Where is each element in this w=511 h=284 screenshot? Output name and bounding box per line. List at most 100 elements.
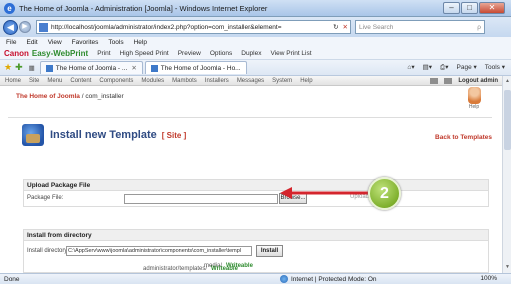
install-directory-section: Install from directory Install directory… — [23, 229, 489, 273]
favorites-star-icon[interactable]: ★ — [4, 62, 12, 73]
menu-favorites[interactable]: Favorites — [72, 39, 99, 46]
install-directory-input[interactable]: C:\AppServ\www\joomla\administrator\comp… — [66, 246, 252, 256]
feeds-icon[interactable]: ▤▾ — [423, 63, 432, 72]
zoom-level[interactable]: 100% — [480, 275, 497, 282]
scroll-up-icon[interactable]: ▲ — [504, 78, 511, 85]
menu-tools[interactable]: Tools — [108, 39, 123, 46]
quick-tabs-icon[interactable]: ▦ — [29, 64, 35, 72]
high-speed-print-button[interactable]: High Speed Print — [120, 50, 169, 57]
tab-page-icon — [45, 64, 53, 72]
address-toolbar: ◀ ▶ http://localhost/joomla/administrato… — [0, 17, 511, 37]
install-package-icon — [22, 124, 44, 146]
menu-edit[interactable]: Edit — [26, 39, 37, 46]
jmenu-right: Logout admin — [430, 76, 498, 86]
canon-brand: Canon — [4, 48, 29, 58]
tab-close-icon[interactable]: ✕ — [131, 64, 136, 72]
vertical-scrollbar[interactable]: ▲ ▼ — [502, 76, 511, 273]
zone-label: Internet | Protected Mode: On — [291, 275, 377, 283]
logout-link[interactable]: Logout admin — [458, 78, 498, 84]
refresh-icon[interactable]: ↻ — [331, 23, 340, 31]
page-content: Home Site Menu Content Components Module… — [0, 76, 502, 273]
tab-page-icon — [150, 64, 158, 72]
package-file-input[interactable] — [124, 194, 278, 204]
stop-icon[interactable]: ✕ — [341, 23, 350, 31]
maximize-button[interactable]: □ — [461, 2, 478, 14]
jmenu-site[interactable]: Site — [29, 78, 39, 84]
joomla-menu: Home Site Menu Content Components Module… — [0, 76, 502, 86]
globe-icon — [280, 275, 288, 283]
page-icon — [39, 22, 48, 32]
divider — [8, 117, 492, 118]
canon-toolbar: Canon Easy-WebPrint Print High Speed Pri… — [0, 47, 511, 60]
jmenu-content[interactable]: Content — [70, 78, 91, 84]
status-text: Done — [4, 275, 20, 283]
breadcrumb-home[interactable]: The Home of Joomla — [16, 93, 80, 100]
window-titlebar: e The Home of Joomla - Administration [J… — [0, 0, 511, 17]
users-icon[interactable] — [444, 78, 453, 84]
writable-path: administrator/templates/ — [143, 266, 208, 272]
preview-button[interactable]: Preview — [178, 50, 201, 57]
print-icon[interactable]: ⎙▾ — [440, 63, 448, 72]
jmenu-mambots[interactable]: Mambots — [172, 78, 197, 84]
install-button[interactable]: Install — [256, 245, 283, 257]
page-subtitle: [ Site ] — [161, 130, 187, 140]
install-directory-label: Install directory: — [27, 248, 70, 254]
jmenu-modules[interactable]: Modules — [141, 78, 164, 84]
scroll-down-icon[interactable]: ▼ — [504, 264, 511, 271]
page-menu[interactable]: Page ▾ — [457, 63, 477, 72]
tools-menu[interactable]: Tools ▾ — [485, 63, 505, 72]
breadcrumb-current: / com_installer — [79, 93, 124, 100]
back-button[interactable]: ◀ — [3, 19, 18, 35]
easy-webprint-button[interactable]: Easy-WebPrint — [32, 49, 88, 58]
breadcrumb: The Home of Joomla / com_installer — [16, 93, 124, 100]
tab-label: The Home of Joomla - Ho... — [160, 64, 241, 72]
menu-view[interactable]: View — [48, 39, 62, 46]
tab-joomla-2[interactable]: The Home of Joomla - Ho... — [144, 61, 247, 74]
jmenu-messages[interactable]: Messages — [237, 78, 264, 84]
upload-package-section: Upload Package File Package File: Browse… — [23, 179, 489, 207]
search-icon[interactable]: ρ — [477, 24, 481, 31]
help-button[interactable]: Help — [463, 87, 485, 110]
print-button[interactable]: Print — [97, 50, 110, 57]
home-icon[interactable]: ⌂▾ — [407, 63, 414, 72]
package-file-label: Package File: — [27, 195, 64, 201]
view-print-list-button[interactable]: View Print List — [270, 50, 311, 57]
command-bar: ⌂▾ ▤▾ ⎙▾ Page ▾ Tools ▾ — [407, 63, 505, 72]
help-icon — [467, 87, 481, 104]
page-heading: Install new Template [ Site ] — [22, 124, 186, 146]
writable-status: Writeable — [211, 266, 238, 272]
page-title: Install new Template — [50, 129, 157, 141]
address-url[interactable]: http://localhost/joomla/administrator/in… — [51, 24, 331, 31]
search-input[interactable]: Live Search ρ — [355, 20, 485, 34]
address-field[interactable]: http://localhost/joomla/administrator/in… — [36, 20, 351, 34]
red-arrow-icon — [280, 187, 368, 199]
jmenu-home[interactable]: Home — [5, 78, 21, 84]
security-zone[interactable]: Internet | Protected Mode: On — [280, 275, 377, 283]
menu-file[interactable]: File — [6, 39, 16, 46]
close-button[interactable]: ✕ — [479, 2, 505, 14]
jmenu-system[interactable]: System — [272, 78, 292, 84]
duplex-button[interactable]: Duplex — [241, 50, 261, 57]
status-bar: Done Internet | Protected Mode: On 100% — [0, 273, 511, 284]
add-favorites-icon[interactable]: ✚ — [15, 62, 23, 73]
jmenu-menu[interactable]: Menu — [47, 78, 62, 84]
jmenu-installers[interactable]: Installers — [205, 78, 229, 84]
back-to-templates-link[interactable]: Back to Templates — [435, 134, 492, 141]
tab-joomla-1[interactable]: The Home of Joomla - ... ✕ — [39, 61, 143, 74]
step-callout: 2 — [368, 177, 401, 210]
jmenu-help[interactable]: Help — [300, 78, 312, 84]
jmenu-components[interactable]: Components — [99, 78, 133, 84]
messages-icon[interactable] — [430, 78, 439, 84]
scroll-thumb[interactable] — [504, 90, 511, 150]
ie-icon: e — [4, 2, 15, 14]
minimize-button[interactable]: – — [443, 2, 460, 14]
menu-help[interactable]: Help — [134, 39, 147, 46]
window-title: The Home of Joomla - Administration [Joo… — [19, 3, 268, 13]
writable-row-templates: administrator/templates/Writeable — [143, 266, 238, 272]
directory-section-header: Install from directory — [24, 230, 488, 241]
window-controls: – □ ✕ — [443, 2, 505, 14]
help-label: Help — [468, 104, 480, 110]
options-button[interactable]: Options — [210, 50, 232, 57]
forward-button[interactable]: ▶ — [19, 21, 31, 33]
tab-label: The Home of Joomla - ... — [55, 64, 128, 72]
